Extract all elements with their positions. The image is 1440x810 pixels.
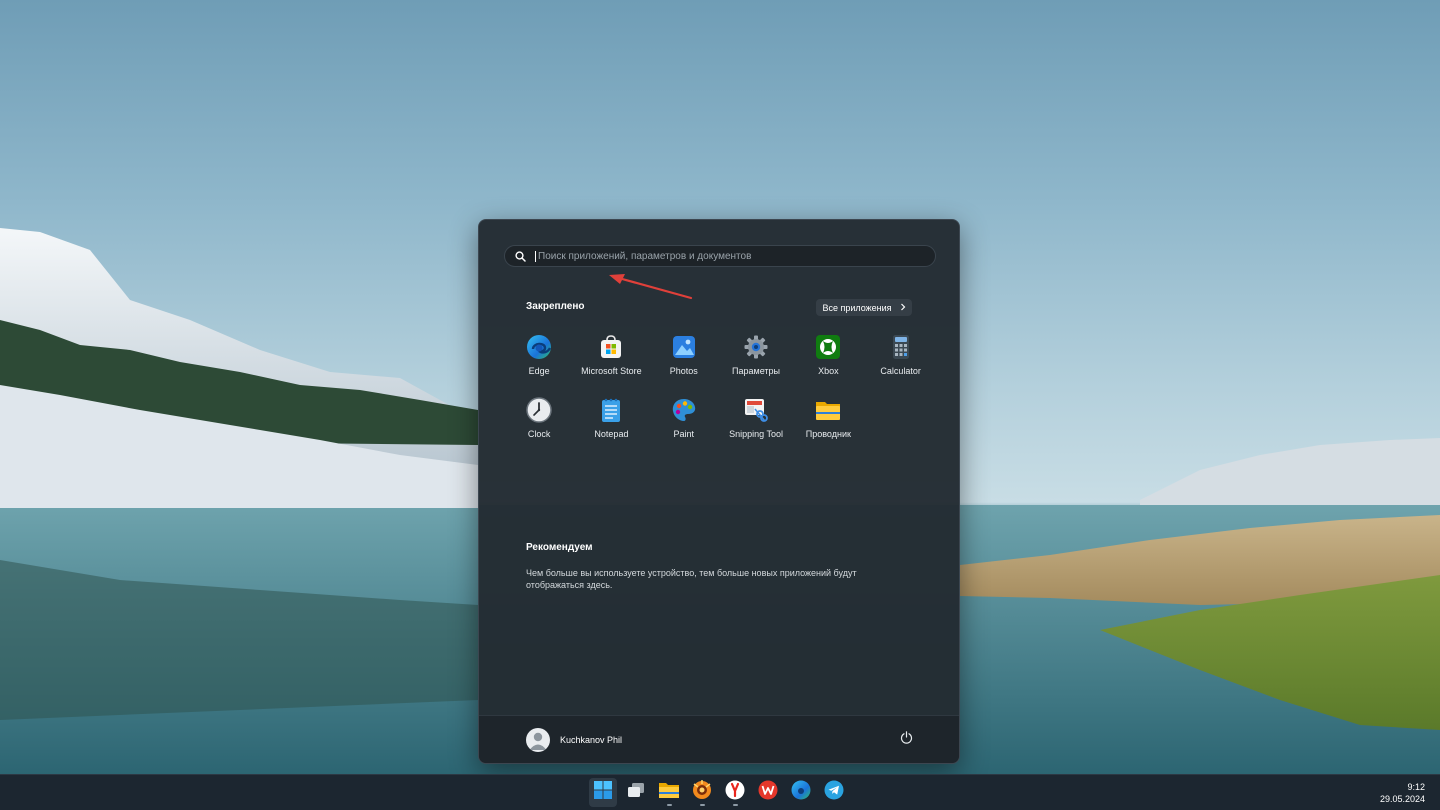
file-explorer-icon — [659, 781, 679, 804]
start-icon — [594, 781, 612, 804]
taskbar: 9:12 29.05.2024 — [0, 774, 1440, 810]
taskbar-yandex-browser[interactable] — [721, 778, 749, 807]
power-button[interactable] — [897, 731, 915, 749]
pinned-app-notepad[interactable]: Notepad — [575, 396, 647, 459]
search-box[interactable] — [504, 245, 936, 267]
pinned-app-clock[interactable]: Clock — [503, 396, 575, 459]
pinned-app-microsoft-store[interactable]: Microsoft Store — [575, 333, 647, 396]
taskbar-telegram[interactable] — [820, 778, 848, 807]
telegram-icon — [824, 780, 844, 805]
all-apps-button[interactable]: Все приложения — [816, 299, 912, 316]
running-indicator — [666, 804, 672, 806]
calculator-icon — [888, 334, 914, 360]
pinned-apps-grid: Edge Microsoft Store Photos Параметры Xb… — [503, 333, 937, 459]
pinned-app-edge[interactable]: Edge — [503, 333, 575, 396]
task-view-icon — [627, 782, 645, 803]
app-label: Microsoft Store — [581, 366, 642, 376]
pinned-section-title: Закреплено — [526, 301, 585, 312]
app-label: Paint — [673, 429, 694, 439]
app-label: Проводник — [805, 429, 851, 439]
running-indicator — [699, 804, 705, 806]
app-label: Edge — [528, 366, 550, 376]
text-caret — [535, 250, 536, 262]
photos-icon — [671, 334, 697, 360]
taskbar-wps-office[interactable] — [754, 778, 782, 807]
pinned-app-settings[interactable]: Параметры — [720, 333, 792, 396]
start-menu-footer: Kuchkanov Phil — [479, 715, 959, 763]
app-label: Clock — [527, 429, 551, 439]
taskbar-pinned-apps — [589, 778, 848, 807]
app-label: Notepad — [594, 429, 629, 439]
pinned-app-snipping-tool[interactable]: Snipping Tool — [720, 396, 792, 459]
user-name: Kuchkanov Phil — [560, 735, 623, 745]
wps-office-icon — [758, 780, 778, 805]
file-explorer-folder-icon — [815, 397, 841, 423]
search-icon — [505, 250, 535, 262]
taskbar-task-view[interactable] — [622, 778, 650, 807]
pinned-app-xbox[interactable]: Xbox — [792, 333, 864, 396]
pinned-app-file-explorer[interactable]: Проводник — [792, 396, 864, 459]
app-label: Calculator — [880, 366, 921, 376]
start-menu: Закреплено Все приложения Edge — [478, 219, 960, 764]
pinned-app-photos[interactable]: Photos — [648, 333, 720, 396]
pinned-app-calculator[interactable]: Calculator — [864, 333, 936, 396]
clock-icon — [526, 397, 552, 423]
edge-icon — [526, 334, 552, 360]
system-clock[interactable]: 9:12 29.05.2024 — [1380, 781, 1425, 805]
taskbar-photo-app[interactable] — [688, 778, 716, 807]
taskbar-edge[interactable] — [787, 778, 815, 807]
photo-app-icon — [692, 780, 712, 805]
app-label: Xbox — [818, 366, 839, 376]
snipping-tool-icon — [743, 397, 769, 423]
settings-gear-icon — [743, 334, 769, 360]
avatar-icon — [526, 728, 550, 752]
recommended-section-title: Рекомендуем — [526, 542, 593, 553]
xbox-icon — [815, 334, 841, 360]
microsoft-store-icon — [598, 334, 624, 360]
paint-palette-icon — [671, 397, 697, 423]
recommended-empty-text: Чем больше вы используете устройство, те… — [526, 568, 857, 590]
edge-icon — [791, 780, 811, 805]
app-label: Параметры — [732, 366, 781, 376]
taskbar-start-button[interactable] — [589, 778, 617, 807]
clock-time: 9:12 — [1407, 782, 1425, 792]
pinned-app-paint[interactable]: Paint — [648, 396, 720, 459]
power-icon — [900, 731, 913, 749]
running-indicator — [732, 804, 738, 806]
user-account-button[interactable]: Kuchkanov Phil — [526, 728, 622, 752]
taskbar-file-explorer[interactable] — [655, 778, 683, 807]
notepad-icon — [598, 397, 624, 423]
app-label: Photos — [669, 366, 698, 376]
yandex-browser-icon — [725, 780, 745, 805]
app-label: Snipping Tool — [729, 429, 783, 439]
chevron-right-icon — [900, 303, 906, 313]
clock-date: 29.05.2024 — [1379, 794, 1425, 804]
search-input[interactable] — [538, 247, 935, 265]
all-apps-label: Все приложения — [822, 302, 892, 313]
